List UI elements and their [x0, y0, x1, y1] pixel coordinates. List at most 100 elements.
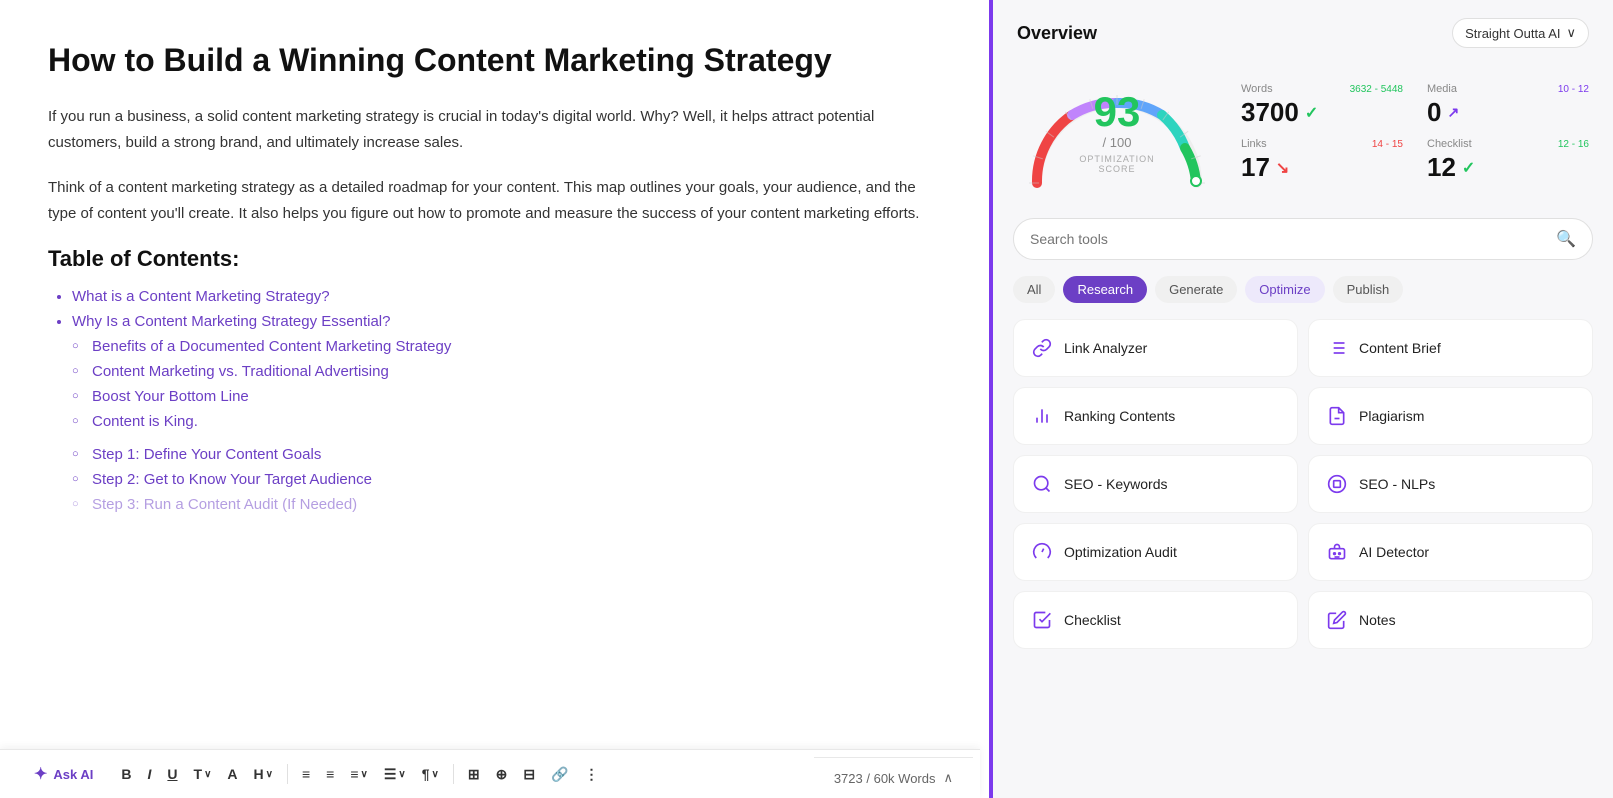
tool-checklist[interactable]: Checklist — [1013, 591, 1298, 649]
editor-body: If you run a business, a solid content m… — [48, 104, 941, 513]
sidebar: Overview Straight Outta AI ∨ — [993, 0, 1613, 798]
tools-grid: Link Analyzer Content Brief Ranking Cont… — [993, 319, 1613, 665]
stat-words: Words 3632 - 5448 3700 ✓ — [1241, 83, 1403, 128]
search-input[interactable] — [1030, 231, 1548, 247]
word-count: 3723 / 60k Words — [834, 771, 936, 786]
tool-seo-keywords[interactable]: SEO - Keywords — [1013, 455, 1298, 513]
editor-panel: How to Build a Winning Content Marketing… — [0, 0, 989, 798]
target-icon — [1325, 472, 1349, 496]
robot-icon — [1325, 540, 1349, 564]
tab-all[interactable]: All — [1013, 276, 1055, 303]
gauge-icon — [1030, 540, 1054, 564]
score-label: OPTIMIZATION SCORE — [1067, 154, 1167, 174]
list-item[interactable]: Why Is a Content Marketing Strategy Esse… — [72, 313, 941, 330]
toc-list: What is a Content Marketing Strategy? Wh… — [48, 288, 941, 330]
article-title: How to Build a Winning Content Marketing… — [48, 40, 941, 80]
stat-media: Media 10 - 12 0 ↗ — [1427, 83, 1589, 128]
score-number: 93 — [1067, 91, 1167, 133]
tool-content-brief[interactable]: Content Brief — [1308, 319, 1593, 377]
list-item[interactable]: Boost Your Bottom Line — [92, 388, 941, 405]
chart-icon — [1030, 404, 1054, 428]
link-button[interactable]: 🔗 — [545, 762, 574, 787]
ask-ai-button[interactable]: ✦ Ask AI — [24, 760, 103, 788]
profile-badge[interactable]: Straight Outta AI ∨ — [1452, 18, 1589, 48]
toc-sublist: Benefits of a Documented Content Marketi… — [68, 338, 941, 430]
tool-link-analyzer[interactable]: Link Analyzer — [1013, 319, 1298, 377]
optimization-gauge: 93 / 100 OPTIMIZATION SCORE — [1017, 68, 1217, 198]
tool-label: SEO - NLPs — [1359, 476, 1435, 492]
stats-grid: Words 3632 - 5448 3700 ✓ Media 10 - 12 0… — [1241, 83, 1589, 183]
list-icon — [1325, 336, 1349, 360]
text-format-button[interactable]: T ∨ — [188, 762, 218, 786]
links-arrow-icon: ↘ — [1276, 158, 1289, 178]
tool-seo-nlps[interactable]: SEO - NLPs — [1308, 455, 1593, 513]
tool-ranking-contents[interactable]: Ranking Contents — [1013, 387, 1298, 445]
image-button[interactable]: ⊞ — [462, 762, 486, 787]
tool-label: AI Detector — [1359, 544, 1429, 560]
tool-label: Optimization Audit — [1064, 544, 1177, 560]
search-icon: 🔍 — [1556, 229, 1576, 249]
sidebar-title: Overview — [1017, 23, 1097, 44]
divider-1 — [287, 764, 288, 784]
align-center-button[interactable]: ≡ — [320, 762, 340, 786]
checklist-icon — [1030, 608, 1054, 632]
filter-tabs: All Research Generate Optimize Publish — [993, 272, 1613, 319]
stat-links: Links 14 - 15 17 ↘ — [1241, 138, 1403, 183]
underline-button[interactable]: U — [161, 762, 183, 786]
tool-label: SEO - Keywords — [1064, 476, 1167, 492]
toc-heading: Table of Contents: — [48, 246, 941, 272]
checklist-check-icon: ✓ — [1462, 158, 1475, 178]
score-section: 93 / 100 OPTIMIZATION SCORE Words 3632 -… — [993, 60, 1613, 218]
divider-2 — [453, 764, 454, 784]
ai-icon: ✦ — [34, 764, 47, 784]
layout-button[interactable]: ⊟ — [517, 762, 541, 787]
font-size-button[interactable]: A — [221, 762, 243, 786]
search-section: 🔍 — [993, 218, 1613, 272]
list-item[interactable]: Step 2: Get to Know Your Target Audience — [92, 471, 941, 488]
list-item[interactable]: Step 1: Define Your Content Goals — [92, 446, 941, 463]
tool-plagiarism[interactable]: Plagiarism — [1308, 387, 1593, 445]
search-box[interactable]: 🔍 — [1013, 218, 1593, 260]
tool-notes[interactable]: Notes — [1308, 591, 1593, 649]
align-left-button[interactable]: ≡ — [296, 762, 316, 786]
tool-label: Notes — [1359, 612, 1396, 628]
tool-label: Link Analyzer — [1064, 340, 1147, 356]
add-button[interactable]: ⊕ — [490, 762, 514, 787]
heading-button[interactable]: H ∨ — [248, 762, 279, 786]
toc-numbered: Step 1: Define Your Content Goals Step 2… — [68, 446, 941, 513]
list-item[interactable]: Content is King. — [92, 413, 941, 430]
words-check-icon: ✓ — [1305, 103, 1318, 123]
link-icon — [1030, 336, 1054, 360]
tool-optimization-audit[interactable]: Optimization Audit — [1013, 523, 1298, 581]
tool-label: Checklist — [1064, 612, 1121, 628]
tab-research[interactable]: Research — [1063, 276, 1147, 303]
tab-generate[interactable]: Generate — [1155, 276, 1237, 303]
paragraph-button[interactable]: ¶ ∨ — [416, 762, 445, 786]
italic-button[interactable]: I — [142, 762, 158, 786]
more-button[interactable]: ⋮ — [579, 762, 605, 787]
paragraph-1: If you run a business, a solid content m… — [48, 104, 941, 155]
media-arrow-icon: ↗ — [1447, 104, 1459, 121]
tool-label: Ranking Contents — [1064, 408, 1175, 424]
sidebar-header: Overview Straight Outta AI ∨ — [993, 0, 1613, 60]
tab-publish[interactable]: Publish — [1333, 276, 1404, 303]
tool-ai-detector[interactable]: AI Detector — [1308, 523, 1593, 581]
bold-button[interactable]: B — [115, 762, 137, 786]
list-item[interactable]: Benefits of a Documented Content Marketi… — [92, 338, 941, 355]
chevron-up-icon: ∧ — [943, 770, 953, 786]
badge-label: Straight Outta AI — [1465, 26, 1560, 41]
word-count-bar: 3723 / 60k Words ∧ — [814, 757, 973, 798]
tab-optimize[interactable]: Optimize — [1245, 276, 1324, 303]
gauge-score: 93 / 100 OPTIMIZATION SCORE — [1067, 91, 1167, 174]
notes-pencil-icon — [1325, 608, 1349, 632]
chevron-down-icon: ∨ — [1566, 25, 1576, 41]
list-item[interactable]: Content Marketing vs. Traditional Advert… — [92, 363, 941, 380]
score-total: / 100 — [1067, 135, 1167, 150]
keywords-search-icon — [1030, 472, 1054, 496]
list-item[interactable]: What is a Content Marketing Strategy? — [72, 288, 941, 305]
doc-icon — [1325, 404, 1349, 428]
list-item[interactable]: Step 3: Run a Content Audit (If Needed) — [92, 496, 941, 513]
ordered-list-button[interactable]: ≡ ∨ — [344, 762, 374, 786]
paragraph-2: Think of a content marketing strategy as… — [48, 175, 941, 226]
unordered-list-button[interactable]: ☰ ∨ — [378, 762, 412, 787]
